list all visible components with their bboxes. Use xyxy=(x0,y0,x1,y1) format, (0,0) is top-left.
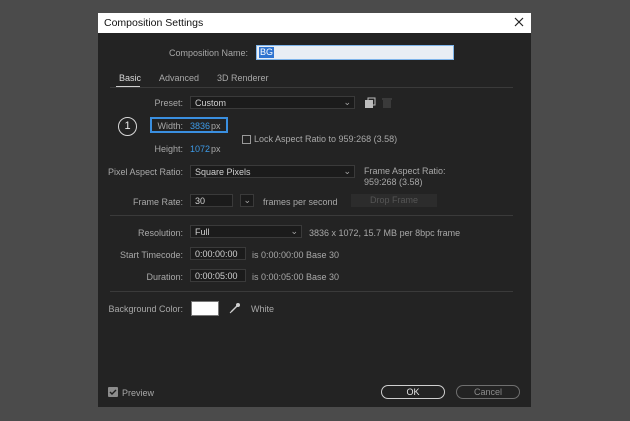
step-marker: 1 xyxy=(118,117,137,136)
width-label: Width: xyxy=(157,121,183,131)
chevron-down-icon: ⌄ xyxy=(343,97,351,107)
width-value[interactable]: 3836 xyxy=(190,121,210,131)
pixel-aspect-label: Pixel Aspect Ratio: xyxy=(107,167,183,177)
lock-aspect-label: Lock Aspect Ratio to 959:268 (3.58) xyxy=(254,134,398,144)
pixel-aspect-dropdown[interactable]: Square Pixels ⌄ xyxy=(190,165,355,178)
preview-checkbox[interactable] xyxy=(108,387,118,397)
height-label: Height: xyxy=(154,144,183,154)
ok-button[interactable]: OK xyxy=(381,385,445,399)
save-preset-icon xyxy=(365,97,376,108)
start-timecode-label: Start Timecode: xyxy=(119,250,183,260)
frame-aspect-value: 959:268 (3.58) xyxy=(364,177,423,187)
duration-value: 0:00:05:00 xyxy=(195,271,238,281)
composition-settings-dialog: Composition Settings Composition Name: B… xyxy=(98,13,531,407)
pixel-aspect-value: Square Pixels xyxy=(195,167,251,177)
lock-aspect-checkbox[interactable] xyxy=(242,135,251,144)
preset-dropdown[interactable]: Custom ⌄ xyxy=(190,96,355,109)
tab-basic[interactable]: Basic xyxy=(119,73,141,83)
height-value[interactable]: 1072 xyxy=(190,144,210,154)
composition-name-input[interactable]: BG xyxy=(256,45,454,60)
drop-frame-dropdown: Drop Frame xyxy=(351,194,437,207)
close-icon xyxy=(514,17,524,27)
delete-preset-button[interactable] xyxy=(381,97,393,109)
cancel-button[interactable]: Cancel xyxy=(456,385,520,399)
duration-label: Duration: xyxy=(146,272,183,282)
chevron-down-icon: ⌄ xyxy=(290,226,298,236)
preview-label: Preview xyxy=(122,388,155,398)
close-button[interactable] xyxy=(511,14,527,30)
save-preset-button[interactable] xyxy=(364,97,376,109)
start-timecode-value: 0:00:00:00 xyxy=(195,249,238,259)
frame-rate-label: Frame Rate: xyxy=(132,197,183,207)
background-color-label: Background Color: xyxy=(108,304,183,314)
resolution-value: Full xyxy=(195,227,210,237)
tabs-divider xyxy=(110,87,513,88)
section-divider xyxy=(110,291,513,292)
resolution-info: 3836 x 1072, 15.7 MB per 8bpc frame xyxy=(309,228,461,238)
dialog-title: Composition Settings xyxy=(104,17,204,29)
background-color-name: White xyxy=(251,304,275,314)
frames-per-second-label: frames per second xyxy=(263,197,338,207)
frame-aspect-label: Frame Aspect Ratio: xyxy=(364,166,446,176)
preset-value: Custom xyxy=(195,98,227,108)
tab-3d-renderer[interactable]: 3D Renderer xyxy=(217,73,269,83)
frame-rate-value: 30 xyxy=(195,196,206,206)
height-unit: px xyxy=(211,144,221,154)
frame-rate-dropdown[interactable]: ⌄ xyxy=(240,194,254,207)
tab-advanced[interactable]: Advanced xyxy=(159,73,199,83)
eyedropper-button[interactable] xyxy=(228,301,242,315)
resolution-label: Resolution: xyxy=(137,228,183,238)
chevron-down-icon: ⌄ xyxy=(343,166,351,176)
duration-input[interactable]: 0:00:05:00 xyxy=(190,269,246,282)
eyedropper-icon xyxy=(229,303,240,314)
trash-icon xyxy=(382,98,392,108)
composition-name-label: Composition Name: xyxy=(168,48,248,58)
frame-rate-input[interactable]: 30 xyxy=(190,194,233,207)
start-timecode-info: is 0:00:00:00 Base 30 xyxy=(252,250,340,260)
duration-info: is 0:00:05:00 Base 30 xyxy=(252,272,340,282)
section-divider xyxy=(110,215,513,216)
title-bar: Composition Settings xyxy=(98,13,531,33)
resolution-dropdown[interactable]: Full ⌄ xyxy=(190,225,302,238)
start-timecode-input[interactable]: 0:00:00:00 xyxy=(190,247,246,260)
preset-label: Preset: xyxy=(154,98,183,108)
checkmark-icon xyxy=(109,389,117,395)
composition-name-value: BG xyxy=(259,47,275,58)
background-color-swatch[interactable] xyxy=(191,301,219,316)
width-unit: px xyxy=(211,121,221,131)
chevron-down-icon: ⌄ xyxy=(243,195,251,205)
